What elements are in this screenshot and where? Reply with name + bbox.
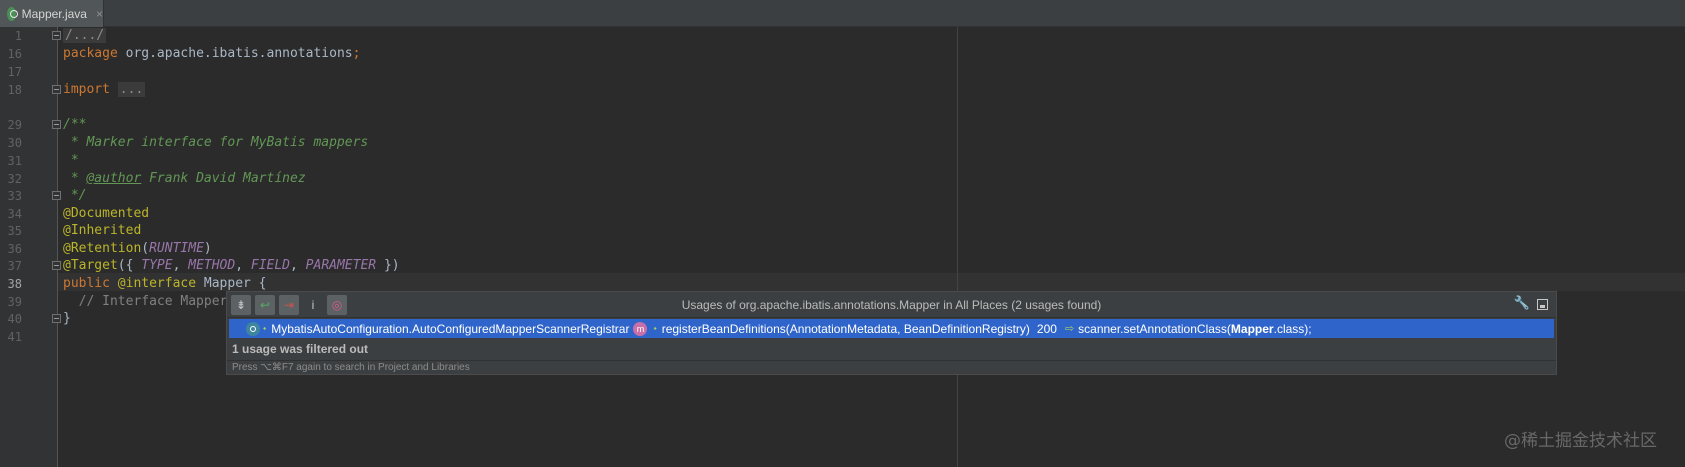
constant-parameter: PARAMETER <box>305 258 377 273</box>
read-access-icon: ⇨ <box>1064 323 1075 335</box>
type-name-mapper[interactable]: Mapper <box>196 276 251 291</box>
keyword-public: public <box>63 276 110 291</box>
code-line-34: @Documented <box>63 206 150 221</box>
line-number: 30 <box>7 136 22 150</box>
code-line-40: } <box>63 311 71 326</box>
caret-row-highlight <box>58 273 1685 291</box>
line-number-active: 38 <box>7 277 22 291</box>
line-number: 29 <box>7 118 22 132</box>
fold-marker-icon[interactable] <box>52 191 61 200</box>
popup-hint-bar: Press ⌥⌘F7 again to search in Project an… <box>227 360 1556 375</box>
constant-method: METHOD <box>188 258 236 273</box>
usage-code-suffix: .class); <box>1273 321 1312 336</box>
code-line-35: @Inherited <box>63 223 142 238</box>
visibility-icon: ⬩ <box>653 323 657 333</box>
line-number: 31 <box>7 154 22 168</box>
line-number: 1 <box>14 29 22 43</box>
line-number: 32 <box>7 172 22 186</box>
right-margin-guide <box>957 27 958 467</box>
code-line-29: /** <box>63 117 87 132</box>
show-read-access-button[interactable]: ↩ <box>255 295 275 315</box>
usage-line-number: 200 <box>1036 321 1057 336</box>
show-test-usages-button[interactable]: ◎ <box>327 295 347 315</box>
usage-method: registerBeanDefinitions(AnnotationMetada… <box>661 321 1030 336</box>
merge-usages-button[interactable]: ⇟ <box>231 295 251 315</box>
visibility-icon: ⬩ <box>263 323 267 333</box>
code-editor[interactable] <box>58 27 1685 467</box>
line-number: 34 <box>7 207 22 221</box>
code-line-31: * <box>63 153 79 168</box>
tab-label: Mapper.java <box>21 6 87 21</box>
show-imports-button[interactable]: i <box>303 295 323 315</box>
annotation-file-icon <box>7 6 18 21</box>
fold-marker-icon[interactable] <box>52 314 61 323</box>
code-line-30: * Marker interface for MyBatis mappers <box>63 135 369 150</box>
line-number: 36 <box>7 242 22 256</box>
line-number: 35 <box>7 224 22 238</box>
doc-author-tag: @author <box>86 171 142 186</box>
code-line-36: @Retention(RUNTIME) <box>63 240 212 258</box>
class-icon <box>246 321 260 336</box>
keyword-package: package <box>63 46 118 61</box>
separator: , <box>290 258 306 273</box>
code-line-18: import ... <box>63 81 146 99</box>
line-number: 33 <box>7 189 22 203</box>
constant-field: FIELD <box>250 258 291 273</box>
line-number: 41 <box>7 330 22 344</box>
popup-title: Usages of org.apache.ibatis.annotations.… <box>681 298 1102 312</box>
fold-marker-icon[interactable] <box>52 85 61 94</box>
find-usages-popup: Usages of org.apache.ibatis.annotations.… <box>226 291 1557 375</box>
fold-marker-icon[interactable] <box>52 31 61 40</box>
line-number: 18 <box>7 83 22 97</box>
line-number: 16 <box>7 47 22 61</box>
brace-open: ({ <box>117 258 142 273</box>
line-number: 37 <box>7 259 22 273</box>
tab-mapper-java[interactable]: Mapper.java × <box>0 0 104 27</box>
settings-wrench-icon[interactable]: 🔧 <box>1514 296 1530 311</box>
line-number: 40 <box>7 312 22 326</box>
code-line-39: // Interface Mapper <box>63 294 228 309</box>
usage-code-match: Mapper <box>1230 321 1274 336</box>
brace-close: }) <box>376 258 400 273</box>
usage-result-row[interactable]: ⬩ MybatisAutoConfiguration.AutoConfigure… <box>229 319 1554 338</box>
fold-marker-icon[interactable] <box>52 261 61 270</box>
code-line-1: /.../ <box>63 27 107 45</box>
annotation-retention: @Retention <box>63 241 142 256</box>
folded-imports[interactable]: ... <box>117 82 146 97</box>
keyword-import: import <box>63 82 110 97</box>
usage-code-prefix: scanner.setAnnotationClass( <box>1078 321 1231 336</box>
package-name: org.apache.ibatis.annotations <box>117 46 353 61</box>
folded-header[interactable]: /.../ <box>63 28 107 43</box>
show-write-access-button[interactable]: ⇥ <box>279 295 299 315</box>
keyword-interface: @interface <box>109 276 197 291</box>
annotation-target: @Target <box>63 258 118 273</box>
fold-marker-icon[interactable] <box>52 120 61 129</box>
paren: ) <box>203 241 212 256</box>
method-icon: m <box>633 321 648 336</box>
close-tab-icon[interactable]: × <box>96 7 103 21</box>
open-in-find-tool-window-icon[interactable] <box>1537 299 1548 310</box>
line-number: 39 <box>7 295 22 309</box>
line-number: 17 <box>7 65 22 79</box>
constant-type: TYPE <box>141 258 173 273</box>
usage-class-name: MybatisAutoConfiguration.AutoConfiguredM… <box>271 321 630 336</box>
doc-author-name: Frank David Martínez <box>141 171 306 186</box>
brace-open: { <box>250 276 267 291</box>
editor-tab-bar: Mapper.java × <box>0 0 1685 27</box>
semicolon: ; <box>352 46 361 61</box>
constant-runtime: RUNTIME <box>149 241 204 256</box>
doc-prefix: * <box>63 171 87 186</box>
filtered-notice: 1 usage was filtered out <box>232 342 369 356</box>
paren: ( <box>141 241 150 256</box>
separator: , <box>172 258 189 273</box>
code-line-33: */ <box>63 188 87 203</box>
code-line-37: @Target({ TYPE, METHOD, FIELD, PARAMETER… <box>63 257 400 275</box>
code-line-16: package org.apache.ibatis.annotations; <box>63 45 360 63</box>
popup-toolbar: Usages of org.apache.ibatis.annotations.… <box>227 292 1556 318</box>
code-line-32: * @author Frank David Martínez <box>63 170 306 188</box>
watermark: @稀土掘金技术社区 <box>1504 431 1657 451</box>
separator: , <box>235 258 251 273</box>
popup-hint: Press ⌥⌘F7 again to search in Project an… <box>232 362 470 373</box>
